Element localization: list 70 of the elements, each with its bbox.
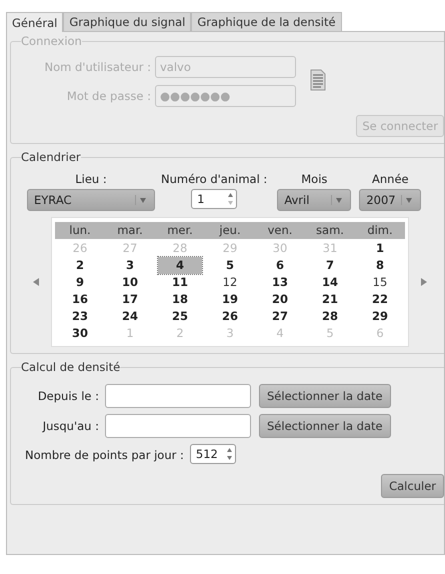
- calendar-day[interactable]: 10: [108, 274, 152, 291]
- select-date-button[interactable]: Sélectionner la date: [259, 414, 391, 438]
- next-month-icon[interactable]: [421, 278, 427, 286]
- calendar-day[interactable]: 6: [258, 257, 302, 274]
- weekday-header: sam.: [315, 222, 345, 239]
- calendar-day[interactable]: 22: [358, 291, 402, 308]
- calendar-day[interactable]: 19: [208, 291, 252, 308]
- field-label: Nombre de points par jour :: [24, 448, 185, 462]
- calendar-day[interactable]: 2: [58, 257, 102, 274]
- group-title: Connexion: [21, 34, 82, 48]
- calendar-day[interactable]: 23: [58, 308, 102, 325]
- calendar-day[interactable]: 7: [308, 257, 352, 274]
- select-date-button[interactable]: Sélectionner la date: [259, 384, 391, 408]
- field-label: Numéro d'animal :: [161, 172, 268, 186]
- calendar-day[interactable]: 11: [158, 274, 202, 291]
- field-label: Jusqu'au :: [41, 419, 100, 433]
- calendar-day[interactable]: 15: [358, 274, 402, 291]
- field-label: Année: [372, 172, 409, 186]
- animal-number-spinbox[interactable]: 1: [191, 189, 238, 209]
- spin-arrows-icon: [227, 191, 234, 207]
- weekday-header: mar.: [116, 222, 144, 239]
- tab[interactable]: Général: [6, 12, 64, 32]
- calendar-day[interactable]: 3: [108, 257, 152, 274]
- calendar-day[interactable]: 25: [158, 308, 202, 325]
- calendar-day[interactable]: 14: [308, 274, 352, 291]
- points-spinbox[interactable]: 512: [190, 444, 236, 464]
- previous-month-icon[interactable]: [33, 278, 39, 286]
- month-dropdown[interactable]: Avril: [277, 189, 352, 211]
- calendar-day[interactable]: 17: [108, 291, 152, 308]
- calendar-day[interactable]: 5: [208, 257, 252, 274]
- group-title: Calendrier: [21, 150, 81, 164]
- calendar-day[interactable]: 4: [158, 257, 202, 274]
- weekday-header: ven.: [266, 222, 294, 239]
- document-icon: [310, 68, 326, 90]
- tab[interactable]: Graphique du signal: [63, 12, 192, 31]
- calendar-day[interactable]: 13: [258, 274, 302, 291]
- calendar-day[interactable]: 1: [358, 240, 402, 257]
- calendar-day[interactable]: 16: [58, 291, 102, 308]
- field-label: Lieu :: [75, 172, 107, 186]
- field-label: Mois: [301, 172, 328, 186]
- location-dropdown[interactable]: EYRAC: [27, 189, 155, 211]
- calculate-button[interactable]: Calculer: [381, 474, 444, 498]
- tab[interactable]: Graphique de la densité: [191, 12, 342, 31]
- dropdown-arrow-icon: [135, 195, 148, 205]
- calendar-day[interactable]: 28: [308, 308, 352, 325]
- calendar-day[interactable]: 24: [108, 308, 152, 325]
- dropdown-arrow-icon: [401, 195, 414, 205]
- calendar-day[interactable]: 29: [358, 308, 402, 325]
- field-label: Nom d'utilisateur :: [43, 60, 152, 74]
- weekday-header: lun.: [68, 222, 92, 239]
- calendar-day[interactable]: 30: [58, 325, 102, 342]
- field-label: Depuis le :: [36, 389, 100, 403]
- weekday-header: jeu.: [218, 222, 242, 239]
- dropdown-arrow-icon: [331, 195, 344, 205]
- calendar-day[interactable]: 9: [58, 274, 102, 291]
- calendar-day[interactable]: 8: [358, 257, 402, 274]
- calendar-day[interactable]: 26: [208, 308, 252, 325]
- weekday-header: dim.: [366, 222, 394, 239]
- calendar-day[interactable]: 18: [158, 291, 202, 308]
- calendar-day[interactable]: 20: [258, 291, 302, 308]
- weekday-header: mer.: [166, 222, 194, 239]
- start-date-field[interactable]: [105, 384, 251, 408]
- calendar-day[interactable]: 12: [208, 274, 252, 291]
- field-label: Mot de passe :: [66, 89, 152, 103]
- spin-arrows-icon: [226, 446, 233, 462]
- calendar-day[interactable]: 21: [308, 291, 352, 308]
- group-title: Calcul de densité: [21, 360, 120, 374]
- calendar-day[interactable]: 27: [258, 308, 302, 325]
- year-dropdown[interactable]: 2007: [359, 189, 422, 211]
- end-date-field[interactable]: [105, 414, 251, 438]
